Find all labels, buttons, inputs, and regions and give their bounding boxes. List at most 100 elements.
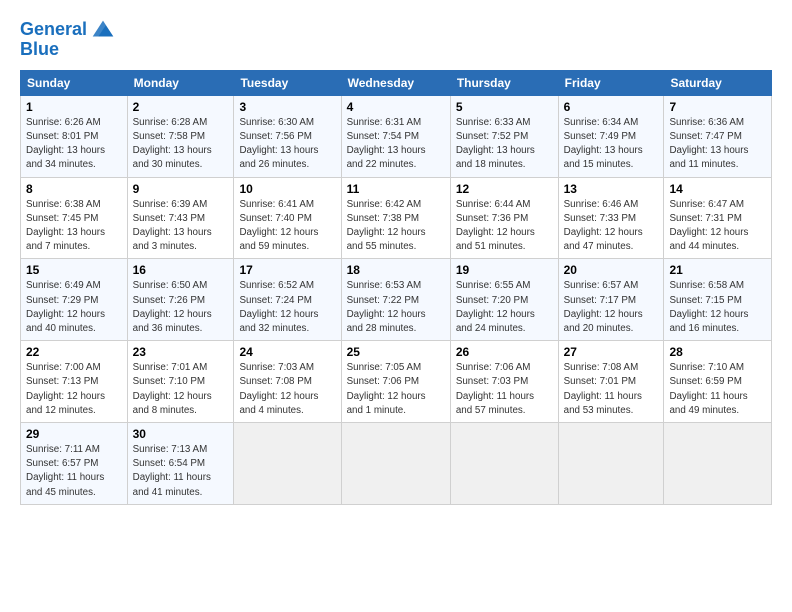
calendar-cell: 4 Sunrise: 6:31 AMSunset: 7:54 PMDaylight… xyxy=(341,95,450,177)
calendar-cell xyxy=(234,423,341,505)
day-number: 3 xyxy=(239,100,335,114)
calendar-row-0: 1 Sunrise: 6:26 AMSunset: 8:01 PMDaylight… xyxy=(21,95,772,177)
calendar-cell: 6 Sunrise: 6:34 AMSunset: 7:49 PMDaylight… xyxy=(558,95,664,177)
day-number: 18 xyxy=(347,263,445,277)
logo: General Blue xyxy=(20,16,117,60)
day-number: 8 xyxy=(26,182,122,196)
cell-daylight-info: Sunrise: 6:49 AMSunset: 7:29 PMDaylight:… xyxy=(26,279,122,336)
day-number: 27 xyxy=(564,345,659,359)
day-number: 15 xyxy=(26,263,122,277)
day-number: 2 xyxy=(133,100,229,114)
day-number: 9 xyxy=(133,182,229,196)
calendar-cell: 28 Sunrise: 7:10 AMSunset: 6:59 PMDayligh… xyxy=(664,341,772,423)
col-header-sunday: Sunday xyxy=(21,70,128,95)
day-number: 19 xyxy=(456,263,553,277)
calendar-cell: 20 Sunrise: 6:57 AMSunset: 7:17 PMDayligh… xyxy=(558,259,664,341)
calendar-cell: 21 Sunrise: 6:58 AMSunset: 7:15 PMDayligh… xyxy=(664,259,772,341)
col-header-friday: Friday xyxy=(558,70,664,95)
day-number: 20 xyxy=(564,263,659,277)
cell-daylight-info: Sunrise: 6:50 AMSunset: 7:26 PMDaylight:… xyxy=(133,279,229,336)
day-number: 25 xyxy=(347,345,445,359)
calendar-cell: 26Sunrise: 7:06 AMSunset: 7:03 PMDayligh… xyxy=(450,341,558,423)
calendar-cell: 29 Sunrise: 7:11 AMSunset: 6:57 PMDayligh… xyxy=(21,423,128,505)
calendar-row-4: 29 Sunrise: 7:11 AMSunset: 6:57 PMDayligh… xyxy=(21,423,772,505)
cell-daylight-info: Sunrise: 7:11 AMSunset: 6:57 PMDaylight:… xyxy=(26,443,122,500)
calendar-row-3: 22Sunrise: 7:00 AMSunset: 7:13 PMDayligh… xyxy=(21,341,772,423)
cell-daylight-info: Sunrise: 7:13 AMSunset: 6:54 PMDaylight:… xyxy=(133,443,229,500)
logo-icon xyxy=(89,16,117,44)
day-number: 14 xyxy=(669,182,766,196)
logo-blue-text: Blue xyxy=(20,40,59,60)
cell-daylight-info: Sunrise: 6:30 AMSunset: 7:56 PMDaylight:… xyxy=(239,116,335,173)
day-number: 16 xyxy=(133,263,229,277)
calendar-cell xyxy=(450,423,558,505)
calendar-table: SundayMondayTuesdayWednesdayThursdayFrid… xyxy=(20,70,772,505)
calendar-cell: 12 Sunrise: 6:44 AMSunset: 7:36 PMDayligh… xyxy=(450,177,558,259)
day-number: 1 xyxy=(26,100,122,114)
cell-daylight-info: Sunrise: 6:39 AMSunset: 7:43 PMDaylight:… xyxy=(133,198,229,255)
calendar-cell: 13Sunrise: 6:46 AMSunset: 7:33 PMDayligh… xyxy=(558,177,664,259)
calendar-cell: 7 Sunrise: 6:36 AMSunset: 7:47 PMDaylight… xyxy=(664,95,772,177)
cell-daylight-info: Sunrise: 6:52 AMSunset: 7:24 PMDaylight:… xyxy=(239,279,335,336)
cell-daylight-info: Sunrise: 6:41 AMSunset: 7:40 PMDaylight:… xyxy=(239,198,335,255)
calendar-cell xyxy=(664,423,772,505)
day-number: 6 xyxy=(564,100,659,114)
day-number: 17 xyxy=(239,263,335,277)
cell-daylight-info: Sunrise: 6:38 AMSunset: 7:45 PMDaylight:… xyxy=(26,198,122,255)
cell-daylight-info: Sunrise: 6:57 AMSunset: 7:17 PMDaylight:… xyxy=(564,279,659,336)
calendar-cell: 9 Sunrise: 6:39 AMSunset: 7:43 PMDaylight… xyxy=(127,177,234,259)
day-number: 4 xyxy=(347,100,445,114)
calendar-body: 1 Sunrise: 6:26 AMSunset: 8:01 PMDaylight… xyxy=(21,95,772,504)
day-number: 7 xyxy=(669,100,766,114)
cell-daylight-info: Sunrise: 6:33 AMSunset: 7:52 PMDaylight:… xyxy=(456,116,553,173)
day-number: 30 xyxy=(133,427,229,441)
calendar-cell: 2 Sunrise: 6:28 AMSunset: 7:58 PMDaylight… xyxy=(127,95,234,177)
calendar-cell: 1 Sunrise: 6:26 AMSunset: 8:01 PMDaylight… xyxy=(21,95,128,177)
calendar-cell: 18 Sunrise: 6:53 AMSunset: 7:22 PMDayligh… xyxy=(341,259,450,341)
calendar-cell: 19 Sunrise: 6:55 AMSunset: 7:20 PMDayligh… xyxy=(450,259,558,341)
calendar-header: SundayMondayTuesdayWednesdayThursdayFrid… xyxy=(21,70,772,95)
day-number: 10 xyxy=(239,182,335,196)
day-number: 29 xyxy=(26,427,122,441)
calendar-cell: 3 Sunrise: 6:30 AMSunset: 7:56 PMDaylight… xyxy=(234,95,341,177)
header-row: SundayMondayTuesdayWednesdayThursdayFrid… xyxy=(21,70,772,95)
calendar-cell: 30 Sunrise: 7:13 AMSunset: 6:54 PMDayligh… xyxy=(127,423,234,505)
calendar-row-2: 15 Sunrise: 6:49 AMSunset: 7:29 PMDayligh… xyxy=(21,259,772,341)
calendar-cell: 25Sunrise: 7:05 AMSunset: 7:06 PMDayligh… xyxy=(341,341,450,423)
cell-daylight-info: Sunrise: 7:06 AMSunset: 7:03 PMDaylight:… xyxy=(456,361,553,418)
day-number: 13 xyxy=(564,182,659,196)
col-header-monday: Monday xyxy=(127,70,234,95)
col-header-saturday: Saturday xyxy=(664,70,772,95)
day-number: 12 xyxy=(456,182,553,196)
day-number: 28 xyxy=(669,345,766,359)
logo-text: General xyxy=(20,20,87,40)
calendar-cell: 8 Sunrise: 6:38 AMSunset: 7:45 PMDaylight… xyxy=(21,177,128,259)
cell-daylight-info: Sunrise: 6:34 AMSunset: 7:49 PMDaylight:… xyxy=(564,116,659,173)
cell-daylight-info: Sunrise: 7:10 AMSunset: 6:59 PMDaylight:… xyxy=(669,361,766,418)
day-number: 24 xyxy=(239,345,335,359)
calendar-cell: 24 Sunrise: 7:03 AMSunset: 7:08 PMDayligh… xyxy=(234,341,341,423)
calendar-cell: 15 Sunrise: 6:49 AMSunset: 7:29 PMDayligh… xyxy=(21,259,128,341)
day-number: 21 xyxy=(669,263,766,277)
page: General Blue SundayMondayTuesdayWednesda… xyxy=(0,0,792,612)
cell-daylight-info: Sunrise: 6:31 AMSunset: 7:54 PMDaylight:… xyxy=(347,116,445,173)
day-number: 23 xyxy=(133,345,229,359)
cell-daylight-info: Sunrise: 6:55 AMSunset: 7:20 PMDaylight:… xyxy=(456,279,553,336)
cell-daylight-info: Sunrise: 6:28 AMSunset: 7:58 PMDaylight:… xyxy=(133,116,229,173)
calendar-cell: 10 Sunrise: 6:41 AMSunset: 7:40 PMDayligh… xyxy=(234,177,341,259)
calendar-cell: 17 Sunrise: 6:52 AMSunset: 7:24 PMDayligh… xyxy=(234,259,341,341)
header: General Blue xyxy=(20,16,772,60)
cell-daylight-info: Sunrise: 6:26 AMSunset: 8:01 PMDaylight:… xyxy=(26,116,122,173)
cell-daylight-info: Sunrise: 6:53 AMSunset: 7:22 PMDaylight:… xyxy=(347,279,445,336)
cell-daylight-info: Sunrise: 6:36 AMSunset: 7:47 PMDaylight:… xyxy=(669,116,766,173)
calendar-cell: 11Sunrise: 6:42 AMSunset: 7:38 PMDayligh… xyxy=(341,177,450,259)
calendar-cell xyxy=(558,423,664,505)
cell-daylight-info: Sunrise: 7:00 AMSunset: 7:13 PMDaylight:… xyxy=(26,361,122,418)
cell-daylight-info: Sunrise: 6:47 AMSunset: 7:31 PMDaylight:… xyxy=(669,198,766,255)
cell-daylight-info: Sunrise: 6:44 AMSunset: 7:36 PMDaylight:… xyxy=(456,198,553,255)
calendar-cell xyxy=(341,423,450,505)
cell-daylight-info: Sunrise: 6:58 AMSunset: 7:15 PMDaylight:… xyxy=(669,279,766,336)
calendar-cell: 27Sunrise: 7:08 AMSunset: 7:01 PMDayligh… xyxy=(558,341,664,423)
day-number: 5 xyxy=(456,100,553,114)
cell-daylight-info: Sunrise: 7:03 AMSunset: 7:08 PMDaylight:… xyxy=(239,361,335,418)
